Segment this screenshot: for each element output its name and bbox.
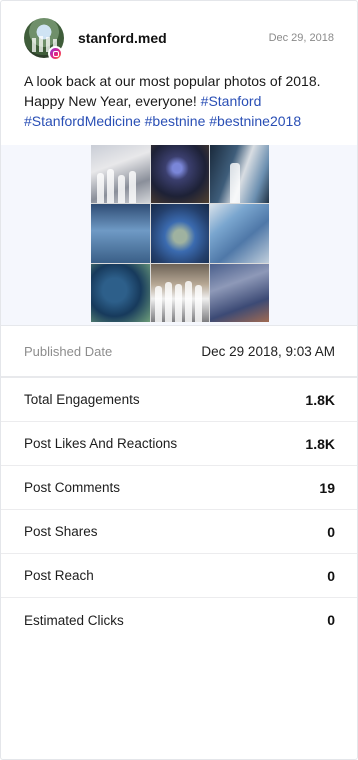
post-date: Dec 29, 2018 xyxy=(268,32,334,44)
collage-photo xyxy=(210,204,269,263)
instagram-icon xyxy=(48,46,63,61)
collage-photo xyxy=(210,145,269,204)
profile-avatar[interactable] xyxy=(24,18,64,61)
post-media-area xyxy=(1,145,357,325)
published-date-label: Published Date xyxy=(24,343,113,359)
hashtag-link[interactable]: #bestnine xyxy=(145,113,206,129)
metric-label: Post Comments xyxy=(24,480,121,495)
metric-value: 1.8K xyxy=(305,391,335,408)
published-date-row: Published Date Dec 29 2018, 9:03 AM xyxy=(1,326,357,378)
metric-label: Total Engagements xyxy=(24,392,140,407)
metric-row-post-reach: Post Reach 0 xyxy=(1,554,357,598)
collage-photo xyxy=(210,263,269,322)
post-card: stanford.med Dec 29, 2018 A look back at… xyxy=(0,0,358,760)
metric-row-post-shares: Post Shares 0 xyxy=(1,510,357,554)
metric-label: Estimated Clicks xyxy=(24,612,124,628)
hashtag-link[interactable]: #bestnine2018 xyxy=(209,113,301,129)
hashtag-link[interactable]: #StanfordMedicine xyxy=(24,113,141,129)
metric-label: Post Shares xyxy=(24,524,98,539)
post-image-collage[interactable] xyxy=(91,145,269,322)
collage-photo xyxy=(91,204,150,263)
post-username[interactable]: stanford.med xyxy=(78,30,167,46)
metric-value: 0 xyxy=(327,567,335,584)
metric-value: 1.8K xyxy=(305,435,335,452)
metric-row-estimated-clicks: Estimated Clicks 0 xyxy=(1,598,357,642)
metric-row-total-engagements: Total Engagements 1.8K xyxy=(1,378,357,422)
published-date-value: Dec 29 2018, 9:03 AM xyxy=(201,343,335,359)
metric-value: 0 xyxy=(327,612,335,628)
metric-label: Post Reach xyxy=(24,568,94,583)
post-header: stanford.med Dec 29, 2018 xyxy=(1,1,357,71)
metric-row-post-comments: Post Comments 19 xyxy=(1,466,357,510)
collage-photo xyxy=(150,145,210,204)
collage-photo xyxy=(150,204,210,263)
caption-text: A look back at our most popular photos o… xyxy=(24,73,321,109)
collage-photo xyxy=(91,145,150,204)
hashtag-link[interactable]: #Stanford xyxy=(201,93,262,109)
metric-row-post-likes: Post Likes And Reactions 1.8K xyxy=(1,422,357,466)
metric-value: 19 xyxy=(319,479,335,496)
metric-label: Post Likes And Reactions xyxy=(24,436,178,451)
metric-value: 0 xyxy=(327,523,335,540)
post-caption: A look back at our most popular photos o… xyxy=(1,71,357,145)
collage-photo xyxy=(91,263,150,322)
collage-photo xyxy=(150,263,210,322)
